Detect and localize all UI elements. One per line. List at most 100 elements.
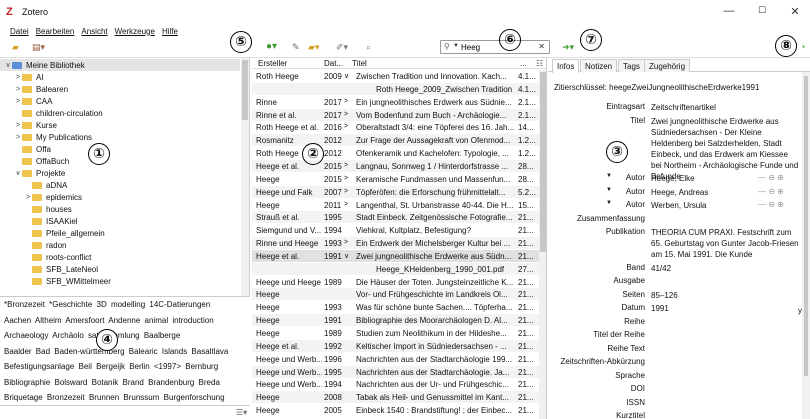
menu-ansicht[interactable]: Ansicht	[81, 27, 107, 36]
twisty-icon[interactable]: ∨	[14, 169, 22, 177]
tag-line[interactable]: Bibliographie Bolsward Botanik Brand Bra…	[4, 378, 220, 387]
tag-line[interactable]: Aachen Altheim Amersfoort Andenne animal…	[4, 316, 214, 325]
items-scrollbar[interactable]	[539, 70, 546, 419]
column-date[interactable]: Dat...	[324, 59, 343, 68]
item-row[interactable]: Roth Heege et al. 2016 > Oberaltstadt 3/4: …	[252, 121, 540, 133]
tab-zugehoerig[interactable]: Zugehörig	[644, 59, 691, 72]
minimize-button[interactable]: —	[722, 5, 736, 17]
tag-line[interactable]: Baalder Bad Baden-württemberg Balearic I…	[4, 347, 228, 356]
twisty-icon[interactable]: >	[14, 86, 22, 93]
maximize-button[interactable]: ☐	[755, 5, 769, 16]
locate-icon[interactable]: ➜▾	[562, 42, 574, 52]
item-row[interactable]: Heege und Falk 2007 > Töpferöfen: die Erfor…	[252, 185, 540, 198]
item-row[interactable]: Heege 2008 Tabak als Heil- und Genussmitte…	[252, 391, 540, 404]
item-row[interactable]: Heege et al. 1991 ∨ Zwei jungneolithische E…	[252, 249, 540, 262]
twisty-icon[interactable]: ∨	[4, 61, 12, 69]
item-pane-scrollbar-thumb[interactable]	[804, 76, 808, 376]
close-button[interactable]: ✕	[788, 5, 802, 18]
item-row[interactable]: Heege_KHeldenberg_1990_001.pdf 27...	[252, 262, 540, 275]
collection-item[interactable]: Pfeile_allgemein	[0, 227, 240, 239]
twisty-icon[interactable]: >	[14, 122, 22, 129]
item-row[interactable]: Heege 1991 Bibliographie des Moorarchäolog…	[252, 314, 540, 327]
search-box[interactable]: ⚲ ▼ ✕	[440, 40, 550, 54]
item-twisty-icon[interactable]: >	[344, 239, 352, 246]
tag-actions-icon[interactable]: ☰▾	[236, 408, 247, 417]
sync-icon[interactable]: ◔	[800, 42, 805, 52]
collection-item[interactable]: Offa	[0, 143, 240, 155]
item-row[interactable]: Roth Heege 2009 ∨ Zwischen Tradition und In…	[252, 70, 540, 82]
collection-item[interactable]: > AI	[0, 71, 240, 83]
item-pane-scrollbar[interactable]	[802, 72, 810, 419]
item-twisty-icon[interactable]: >	[344, 162, 352, 169]
twisty-icon[interactable]: >	[14, 134, 22, 141]
author-type-dropdown-icon[interactable]: ▼	[606, 200, 612, 206]
collection-item[interactable]: SFB_LateNeol	[0, 263, 240, 275]
field-value[interactable]: 1991	[651, 303, 799, 314]
field-value[interactable]: 41/42	[651, 263, 799, 274]
tag-line[interactable]: Archaeology Archäolo satzsammlung Baalbe…	[4, 331, 180, 340]
collection-item[interactable]: > CAA	[0, 95, 240, 107]
item-row[interactable]: Rinne 2017 > Ein jungneolithisches Erdwerk …	[252, 96, 540, 108]
collection-item[interactable]: > My Publications	[0, 131, 240, 143]
collection-item[interactable]: aDNA	[0, 179, 240, 191]
item-row[interactable]: Heege 2015 > Keramische Fundmassen und Mass…	[252, 173, 540, 185]
collection-item[interactable]: roots-conflict	[0, 251, 240, 263]
item-row[interactable]: Heege 1993 Was für schöne bunte Sachen....…	[252, 301, 540, 313]
item-twisty-icon[interactable]: >	[344, 201, 352, 208]
add-attachment-icon[interactable]: ✐▾	[336, 42, 348, 52]
collection-item[interactable]: > epidemics	[0, 191, 240, 203]
field-value[interactable]: Heege, Elke	[651, 173, 751, 184]
item-twisty-icon[interactable]: >	[344, 111, 352, 118]
item-twisty-icon[interactable]: ∨	[344, 252, 352, 260]
new-note-icon[interactable]: ▰▾	[308, 42, 319, 52]
add-by-identifier-icon[interactable]: ✎	[292, 42, 300, 52]
tab-tags[interactable]: Tags	[618, 59, 645, 72]
item-twisty-icon[interactable]: >	[344, 98, 352, 105]
collection-item[interactable]: ∨ Projekte	[0, 167, 240, 179]
item-row[interactable]: Heege und Werb... 1996 Nachrichten aus der…	[252, 353, 540, 365]
collections-scrollbar-thumb[interactable]	[242, 60, 248, 120]
field-value[interactable]: Werben, Ursula	[651, 200, 751, 211]
menu-werkzeuge[interactable]: Werkzeuge	[115, 27, 155, 36]
collection-item[interactable]: SFB_WMittelmeer	[0, 275, 240, 287]
search-mode-dropdown-icon[interactable]: ▼	[453, 43, 459, 49]
item-row[interactable]: Heege und Heege 1989 Die Häuser der Toten.…	[252, 276, 540, 288]
field-value[interactable]: Zeitschriftenartikel	[651, 102, 799, 113]
item-row[interactable]: Heege et al. 2015 > Langnau, Sonnweg 1 / Hi…	[252, 159, 540, 172]
item-row[interactable]: Rosmanitz 2012 Zur Frage der Aussagekraft …	[252, 134, 540, 147]
collection-item[interactable]: houses	[0, 203, 240, 215]
collection-item[interactable]: ∨ Meine Bibliothek	[0, 59, 240, 71]
item-row[interactable]: Heege et al. 1992 Keltischer Import in Süd…	[252, 339, 540, 352]
menu-hilfe[interactable]: Hilfe	[162, 27, 178, 36]
field-value[interactable]: 85–126	[651, 290, 799, 301]
collection-item[interactable]: > Kurse	[0, 119, 240, 131]
item-row[interactable]: Rinne und Heege 1993 > Ein Erdwerk der Mich…	[252, 237, 540, 250]
field-value[interactable]: Zwei jungneolithische Erdwerke aus Südni…	[651, 116, 799, 182]
tag-filter-bar[interactable]: ☰▾	[0, 405, 250, 419]
author-controls[interactable]: — ⊖ ⊕	[758, 187, 784, 196]
column-picker-icon[interactable]: ☷	[536, 59, 543, 68]
item-row[interactable]: Rinne et al. 2017 > Vom Bodenfund zum Buch …	[252, 108, 540, 121]
twisty-icon[interactable]: >	[14, 98, 22, 105]
twisty-icon[interactable]: >	[14, 74, 22, 81]
column-creator[interactable]: Ersteller	[258, 59, 287, 68]
clear-search-icon[interactable]: ✕	[538, 42, 545, 51]
item-row[interactable]: Roth Heege_2009_Zwischen Tradition u... 4…	[252, 82, 540, 95]
author-controls[interactable]: — ⊖ ⊕	[758, 173, 784, 182]
tag-line[interactable]: *Bronzezeit *Geschichte 3D modelling 14C…	[4, 300, 210, 309]
collection-item[interactable]: OffaBuch	[0, 155, 240, 167]
item-row[interactable]: Strauß et al. 1995 Stadt Einbeck. Zeitgenö…	[252, 211, 540, 224]
item-row[interactable]: Heege und Werb... 1994 Nachrichten aus der…	[252, 378, 540, 390]
column-title[interactable]: Titel	[352, 59, 367, 68]
item-twisty-icon[interactable]: ∨	[344, 72, 352, 80]
item-row[interactable]: Heege und Werb... 1995 Nachrichten aus der…	[252, 365, 540, 378]
collection-item[interactable]: radon	[0, 239, 240, 251]
tag-line[interactable]: Briquetage Bronzezeit Brunnen Brunssum B…	[4, 393, 225, 402]
menu-datei[interactable]: Datei	[10, 27, 29, 36]
library-actions-icon[interactable]: ▤▾	[32, 42, 45, 52]
tag-line[interactable]: Befestigungsanlage Beil Bergeijk Berlin …	[4, 362, 218, 371]
field-value[interactable]: Heege, Andreas	[651, 187, 751, 198]
twisty-icon[interactable]: >	[24, 194, 32, 201]
collection-item[interactable]: > Balearen	[0, 83, 240, 95]
item-twisty-icon[interactable]: >	[344, 123, 352, 130]
